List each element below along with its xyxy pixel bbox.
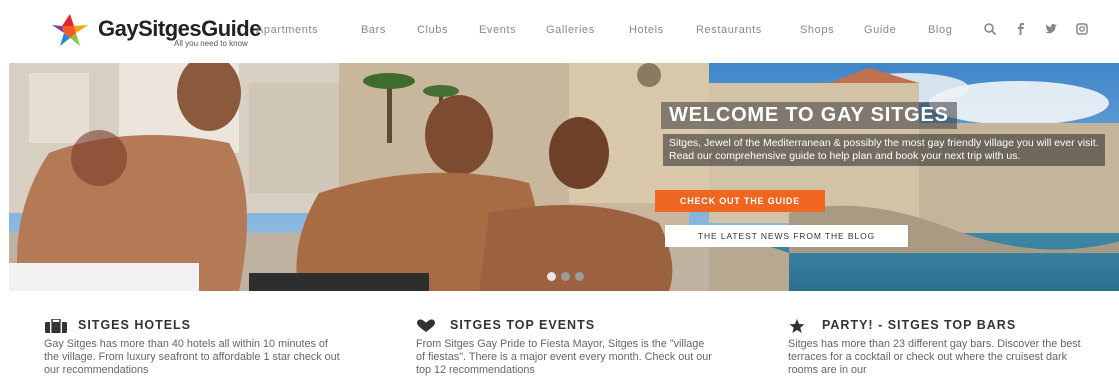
site-logo[interactable]: GaySitgesGuide All you need to know — [46, 12, 286, 48]
slide-dot-3[interactable] — [575, 272, 584, 281]
rainbow-star-icon — [52, 14, 88, 46]
hero-title: WELCOME TO GAY SITGES — [661, 102, 957, 129]
nav-apartments[interactable]: Apartments — [256, 24, 318, 36]
briefcase-icon — [45, 319, 67, 333]
star-icon — [789, 319, 805, 333]
nav-restaurants[interactable]: Restaurants — [696, 24, 762, 36]
twitter-icon[interactable] — [1044, 22, 1058, 36]
slide-dot-1[interactable] — [547, 272, 556, 281]
nav-shops[interactable]: Shops — [800, 24, 834, 36]
logo-tagline: All you need to know — [174, 39, 248, 48]
check-out-guide-button[interactable]: CHECK OUT THE GUIDE — [655, 190, 825, 212]
feature-text: Gay Sitges has more than 40 hotels all w… — [44, 338, 340, 376]
facebook-icon[interactable] — [1014, 22, 1028, 36]
instagram-icon[interactable] — [1075, 22, 1089, 36]
nav-guide[interactable]: Guide — [864, 24, 896, 36]
feature-title: PARTY! - SITGES TOP BARS — [822, 318, 1017, 332]
feature-text: From Sitges Gay Pride to Fiesta Mayor, S… — [416, 338, 712, 376]
latest-news-blog-button[interactable]: THE LATEST NEWS FROM THE BLOG — [665, 225, 908, 247]
nav-bars[interactable]: Bars — [361, 24, 386, 36]
nav-clubs[interactable]: Clubs — [417, 24, 448, 36]
heart-icon — [417, 319, 435, 332]
slide-dot-2[interactable] — [561, 272, 570, 281]
nav-events[interactable]: Events — [479, 24, 516, 36]
hero-photo — [9, 63, 1119, 291]
nav-hotels[interactable]: Hotels — [629, 24, 664, 36]
feature-title: SITGES HOTELS — [78, 318, 192, 332]
search-icon[interactable] — [983, 22, 997, 36]
hero-slider: WELCOME TO GAY SITGES Sitges, Jewel of t… — [9, 63, 1119, 291]
nav-blog[interactable]: Blog — [928, 24, 952, 36]
hero-intro: Sitges, Jewel of the Mediterranean & pos… — [663, 134, 1105, 166]
nav-galleries[interactable]: Galleries — [546, 24, 595, 36]
feature-title: SITGES TOP EVENTS — [450, 318, 596, 332]
site-header: GaySitgesGuide All you need to know Apar… — [0, 0, 1119, 60]
feature-text: Sitges has more than 23 different gay ba… — [788, 338, 1081, 376]
